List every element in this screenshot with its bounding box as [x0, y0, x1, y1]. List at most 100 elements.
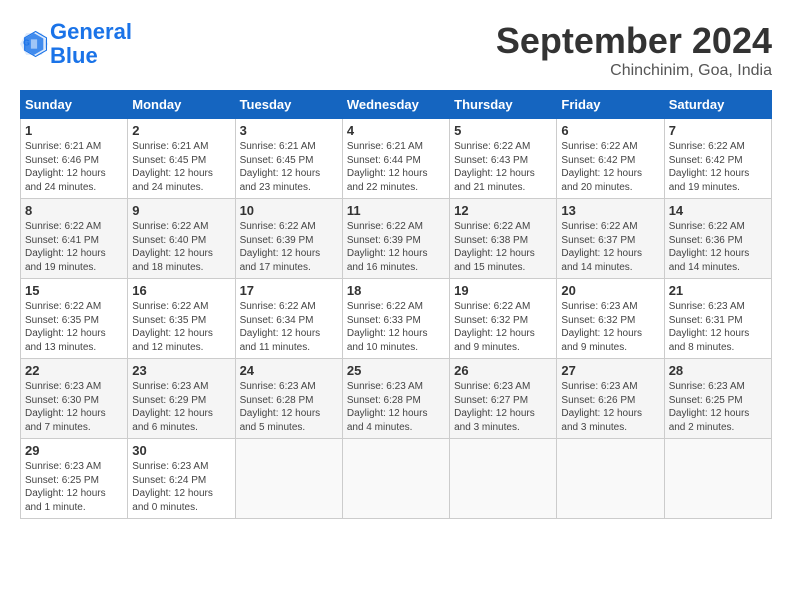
calendar-header: Sunday Monday Tuesday Wednesday Thursday… — [21, 91, 772, 119]
day-number: 22 — [25, 363, 123, 378]
table-row: 25 Sunrise: 6:23 AM Sunset: 6:28 PM Dayli… — [342, 359, 449, 439]
title-block: September 2024 Chinchinim, Goa, India — [496, 20, 772, 80]
page-header: G General Blue September 2024 Chinchinim… — [20, 20, 772, 80]
day-number: 7 — [669, 123, 767, 138]
table-row: 9 Sunrise: 6:22 AM Sunset: 6:40 PM Daylig… — [128, 199, 235, 279]
day-info: Sunrise: 6:21 AM Sunset: 6:44 PM Dayligh… — [347, 141, 428, 193]
day-number: 4 — [347, 123, 445, 138]
table-row: 7 Sunrise: 6:22 AM Sunset: 6:42 PM Daylig… — [664, 119, 771, 199]
day-number: 3 — [240, 123, 338, 138]
table-row — [664, 439, 771, 519]
day-number: 19 — [454, 283, 552, 298]
day-info: Sunrise: 6:22 AM Sunset: 6:36 PM Dayligh… — [669, 221, 750, 273]
day-number: 17 — [240, 283, 338, 298]
table-row: 23 Sunrise: 6:23 AM Sunset: 6:29 PM Dayli… — [128, 359, 235, 439]
day-number: 14 — [669, 203, 767, 218]
table-row — [557, 439, 664, 519]
day-info: Sunrise: 6:23 AM Sunset: 6:30 PM Dayligh… — [25, 381, 106, 433]
table-row — [342, 439, 449, 519]
calendar-week-row: 22 Sunrise: 6:23 AM Sunset: 6:30 PM Dayli… — [21, 359, 772, 439]
table-row: 8 Sunrise: 6:22 AM Sunset: 6:41 PM Daylig… — [21, 199, 128, 279]
day-info: Sunrise: 6:23 AM Sunset: 6:28 PM Dayligh… — [240, 381, 321, 433]
day-info: Sunrise: 6:21 AM Sunset: 6:45 PM Dayligh… — [132, 141, 213, 193]
day-info: Sunrise: 6:23 AM Sunset: 6:25 PM Dayligh… — [669, 381, 750, 433]
day-info: Sunrise: 6:22 AM Sunset: 6:43 PM Dayligh… — [454, 141, 535, 193]
day-info: Sunrise: 6:22 AM Sunset: 6:40 PM Dayligh… — [132, 221, 213, 273]
day-info: Sunrise: 6:22 AM Sunset: 6:35 PM Dayligh… — [132, 301, 213, 353]
day-info: Sunrise: 6:22 AM Sunset: 6:42 PM Dayligh… — [561, 141, 642, 193]
day-number: 20 — [561, 283, 659, 298]
col-monday: Monday — [128, 91, 235, 119]
day-number: 2 — [132, 123, 230, 138]
day-info: Sunrise: 6:22 AM Sunset: 6:38 PM Dayligh… — [454, 221, 535, 273]
table-row: 16 Sunrise: 6:22 AM Sunset: 6:35 PM Dayli… — [128, 279, 235, 359]
day-info: Sunrise: 6:22 AM Sunset: 6:32 PM Dayligh… — [454, 301, 535, 353]
table-row: 19 Sunrise: 6:22 AM Sunset: 6:32 PM Dayli… — [450, 279, 557, 359]
calendar-table: Sunday Monday Tuesday Wednesday Thursday… — [20, 90, 772, 519]
day-number: 29 — [25, 443, 123, 458]
table-row: 20 Sunrise: 6:23 AM Sunset: 6:32 PM Dayli… — [557, 279, 664, 359]
day-info: Sunrise: 6:23 AM Sunset: 6:26 PM Dayligh… — [561, 381, 642, 433]
table-row: 18 Sunrise: 6:22 AM Sunset: 6:33 PM Dayli… — [342, 279, 449, 359]
day-info: Sunrise: 6:21 AM Sunset: 6:46 PM Dayligh… — [25, 141, 106, 193]
day-info: Sunrise: 6:22 AM Sunset: 6:42 PM Dayligh… — [669, 141, 750, 193]
table-row: 28Sunrise: 6:23 AM Sunset: 6:25 PM Dayli… — [664, 359, 771, 439]
table-row: 1 Sunrise: 6:21 AM Sunset: 6:46 PM Daylig… — [21, 119, 128, 199]
calendar-week-row: 29 Sunrise: 6:23 AM Sunset: 6:25 PM Dayli… — [21, 439, 772, 519]
day-number: 12 — [454, 203, 552, 218]
day-info: Sunrise: 6:21 AM Sunset: 6:45 PM Dayligh… — [240, 141, 321, 193]
col-saturday: Saturday — [664, 91, 771, 119]
day-info: Sunrise: 6:23 AM Sunset: 6:28 PM Dayligh… — [347, 381, 428, 433]
day-number: 24 — [240, 363, 338, 378]
table-row: 22 Sunrise: 6:23 AM Sunset: 6:30 PM Dayli… — [21, 359, 128, 439]
day-info: Sunrise: 6:23 AM Sunset: 6:31 PM Dayligh… — [669, 301, 750, 353]
table-row: 12 Sunrise: 6:22 AM Sunset: 6:38 PM Dayli… — [450, 199, 557, 279]
day-number: 21 — [669, 283, 767, 298]
table-row — [450, 439, 557, 519]
logo-text: General Blue — [50, 20, 132, 68]
day-info: Sunrise: 6:22 AM Sunset: 6:33 PM Dayligh… — [347, 301, 428, 353]
day-number: 26 — [454, 363, 552, 378]
table-row: 4 Sunrise: 6:21 AM Sunset: 6:44 PM Daylig… — [342, 119, 449, 199]
table-row: 6 Sunrise: 6:22 AM Sunset: 6:42 PM Daylig… — [557, 119, 664, 199]
day-number: 9 — [132, 203, 230, 218]
col-wednesday: Wednesday — [342, 91, 449, 119]
table-row — [235, 439, 342, 519]
table-row: 5Sunrise: 6:22 AM Sunset: 6:43 PM Daylig… — [450, 119, 557, 199]
calendar-week-row: 15 Sunrise: 6:22 AM Sunset: 6:35 PM Dayli… — [21, 279, 772, 359]
month-title: September 2024 — [496, 20, 772, 62]
logo-icon: G — [20, 30, 48, 58]
table-row: 10Sunrise: 6:22 AM Sunset: 6:39 PM Dayli… — [235, 199, 342, 279]
location-subtitle: Chinchinim, Goa, India — [496, 62, 772, 80]
table-row: 26 Sunrise: 6:23 AM Sunset: 6:27 PM Dayli… — [450, 359, 557, 439]
table-row: 21 Sunrise: 6:23 AM Sunset: 6:31 PM Dayli… — [664, 279, 771, 359]
col-sunday: Sunday — [21, 91, 128, 119]
day-number: 23 — [132, 363, 230, 378]
day-info: Sunrise: 6:23 AM Sunset: 6:25 PM Dayligh… — [25, 461, 106, 513]
day-info: Sunrise: 6:22 AM Sunset: 6:35 PM Dayligh… — [25, 301, 106, 353]
table-row: 24 Sunrise: 6:23 AM Sunset: 6:28 PM Dayli… — [235, 359, 342, 439]
day-number: 25 — [347, 363, 445, 378]
table-row: 14 Sunrise: 6:22 AM Sunset: 6:36 PM Dayli… — [664, 199, 771, 279]
table-row: 2 Sunrise: 6:21 AM Sunset: 6:45 PM Daylig… — [128, 119, 235, 199]
day-info: Sunrise: 6:23 AM Sunset: 6:32 PM Dayligh… — [561, 301, 642, 353]
table-row: 15 Sunrise: 6:22 AM Sunset: 6:35 PM Dayli… — [21, 279, 128, 359]
day-info: Sunrise: 6:22 AM Sunset: 6:41 PM Dayligh… — [25, 221, 106, 273]
col-tuesday: Tuesday — [235, 91, 342, 119]
table-row: 17Sunrise: 6:22 AM Sunset: 6:34 PM Dayli… — [235, 279, 342, 359]
day-info: Sunrise: 6:22 AM Sunset: 6:37 PM Dayligh… — [561, 221, 642, 273]
table-row: 30Sunrise: 6:23 AM Sunset: 6:24 PM Dayli… — [128, 439, 235, 519]
day-info: Sunrise: 6:23 AM Sunset: 6:24 PM Dayligh… — [132, 461, 213, 513]
table-row: 11Sunrise: 6:22 AM Sunset: 6:39 PM Dayli… — [342, 199, 449, 279]
day-number: 16 — [132, 283, 230, 298]
table-row: 29 Sunrise: 6:23 AM Sunset: 6:25 PM Dayli… — [21, 439, 128, 519]
day-number: 15 — [25, 283, 123, 298]
day-number: 18 — [347, 283, 445, 298]
day-info: Sunrise: 6:23 AM Sunset: 6:29 PM Dayligh… — [132, 381, 213, 433]
days-of-week-row: Sunday Monday Tuesday Wednesday Thursday… — [21, 91, 772, 119]
day-number: 1 — [25, 123, 123, 138]
day-number: 8 — [25, 203, 123, 218]
day-info: Sunrise: 6:23 AM Sunset: 6:27 PM Dayligh… — [454, 381, 535, 433]
day-number: 11 — [347, 203, 445, 218]
day-number: 6 — [561, 123, 659, 138]
